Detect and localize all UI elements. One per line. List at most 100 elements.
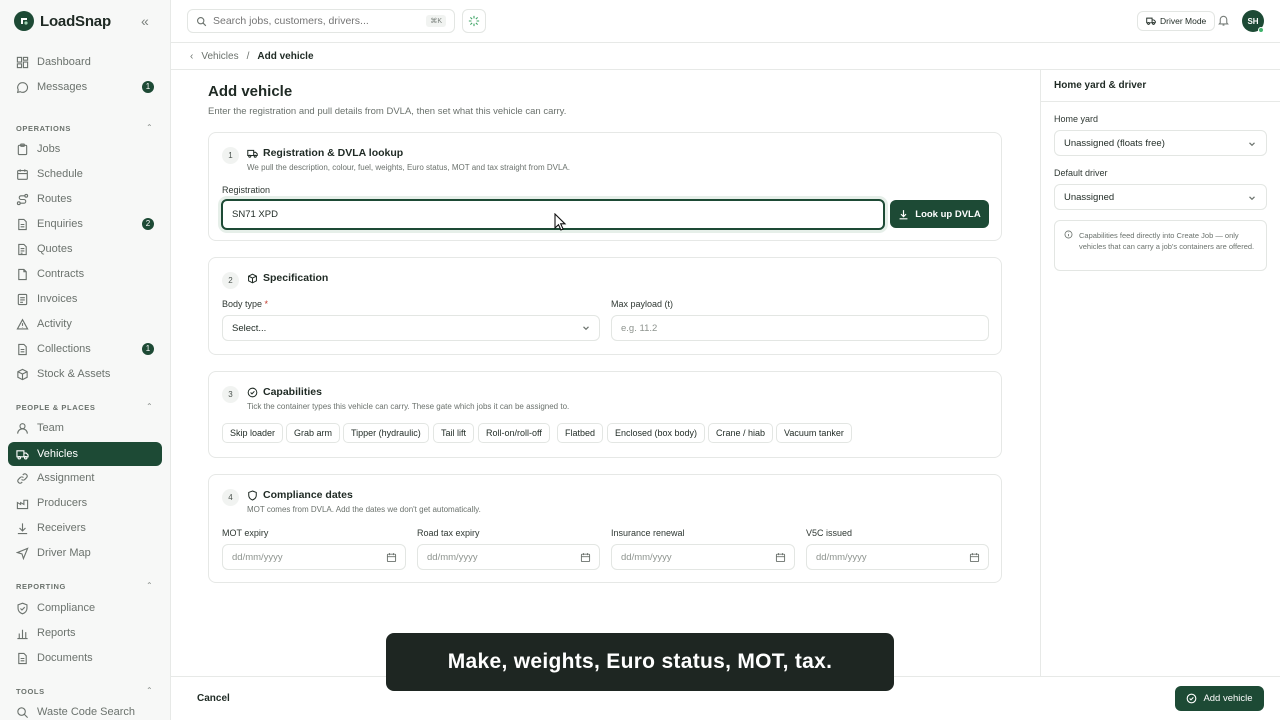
capability-chip-enclosed[interactable]: Enclosed (box body)	[607, 423, 706, 443]
logo[interactable]: LoadSnap	[14, 11, 111, 31]
chevron-down-icon	[583, 326, 589, 331]
capability-chip-roll-on-roll-off[interactable]: Roll-on/roll-off	[478, 423, 550, 443]
sidebar-item-label: Invoices	[37, 293, 78, 305]
cancel-button[interactable]: Cancel	[197, 693, 230, 704]
sidebar-item-invoices[interactable]: Invoices	[8, 287, 162, 311]
card-description: We pull the description, colour, fuel, w…	[247, 163, 570, 172]
capability-chip-grab-arm[interactable]: Grab arm	[286, 423, 341, 443]
sidebar: LoadSnap « Dashboard Messages 1 OPERATIO…	[0, 0, 171, 720]
default-driver-select[interactable]: Unassigned	[1054, 184, 1267, 210]
collections-badge: 1	[142, 343, 154, 355]
invoice-icon	[17, 293, 28, 305]
capability-chip-vacuum-tanker[interactable]: Vacuum tanker	[776, 423, 852, 443]
driver-mode-button[interactable]: Driver Mode	[1137, 11, 1216, 31]
notifications-bell-icon[interactable]	[1217, 13, 1230, 30]
add-vehicle-label: Add vehicle	[1203, 693, 1253, 704]
search-icon	[197, 16, 207, 26]
sidebar-item-receivers[interactable]: Receivers	[8, 516, 162, 540]
breadcrumb-parent[interactable]: Vehicles	[201, 51, 238, 62]
registration-input[interactable]: SN71 XPD	[221, 199, 885, 230]
enquiries-badge: 2	[142, 218, 154, 230]
sidebar-item-compliance[interactable]: Compliance	[8, 596, 162, 620]
sidebar-item-label: Contracts	[37, 268, 85, 280]
global-search[interactable]: ⌘K	[187, 9, 455, 33]
sidebar-item-activity[interactable]: Activity	[8, 312, 162, 336]
sidebar-item-messages[interactable]: Messages 1	[8, 75, 162, 99]
sparkle-icon	[468, 15, 480, 27]
sidebar-item-vehicles[interactable]: Vehicles	[8, 442, 162, 466]
sidebar-item-stock-assets[interactable]: Stock & Assets	[8, 362, 162, 386]
home-yard-select[interactable]: Unassigned (floats free)	[1054, 130, 1267, 156]
sidebar-item-routes[interactable]: Routes	[8, 187, 162, 211]
factory-icon	[16, 499, 29, 509]
capability-chip-tail-lift[interactable]: Tail lift	[433, 423, 475, 443]
app-name: LoadSnap	[40, 12, 111, 30]
shield-icon	[248, 489, 257, 501]
breadcrumb-separator: /	[246, 50, 250, 62]
insurance-renewal-label: Insurance renewal	[611, 528, 685, 538]
capability-chip-skip-loader[interactable]: Skip loader	[222, 423, 284, 443]
sidebar-item-team[interactable]: Team	[8, 416, 162, 440]
step-number: 3	[222, 386, 239, 403]
calendar-icon	[580, 553, 591, 563]
sidebar-item-contracts[interactable]: Contracts	[8, 262, 162, 286]
lookup-dvla-button[interactable]: Look up DVLA	[890, 200, 989, 228]
ai-assistant-button[interactable]	[462, 9, 486, 33]
route-icon	[16, 193, 29, 205]
sidebar-item-documents[interactable]: Documents	[8, 646, 162, 670]
compliance-card: 4 Compliance dates MOT comes from DVLA. …	[208, 474, 1002, 583]
card-title-text: Compliance dates	[263, 489, 353, 501]
card-title-text: Specification	[263, 272, 329, 284]
sidebar-item-label: Assignment	[37, 472, 95, 484]
contract-icon	[18, 268, 27, 280]
search-input[interactable]	[213, 15, 423, 27]
sidebar-item-assignment[interactable]: Assignment	[8, 466, 162, 490]
road-tax-expiry-input[interactable]: dd/mm/yyyy	[417, 544, 600, 570]
sidebar-item-label: Stock & Assets	[37, 368, 111, 380]
sidebar-item-schedule[interactable]: Schedule	[8, 162, 162, 186]
sidebar-item-label: Dashboard	[37, 56, 91, 68]
capability-chip-tipper[interactable]: Tipper (hydraulic)	[343, 423, 429, 443]
logo-icon	[14, 11, 34, 31]
section-label-tools: TOOLS	[16, 687, 45, 696]
sidebar-item-label: Vehicles	[37, 448, 78, 460]
insurance-renewal-input[interactable]: dd/mm/yyyy	[611, 544, 795, 570]
back-chevron-icon[interactable]: ‹	[190, 51, 193, 62]
section-label-reporting: REPORTING	[16, 582, 66, 591]
chevron-up-icon[interactable]: ⌃	[146, 581, 153, 590]
sidebar-item-enquiries[interactable]: Enquiries 2	[8, 212, 162, 236]
sidebar-item-producers[interactable]: Producers	[8, 491, 162, 515]
sidebar-item-jobs[interactable]: Jobs	[8, 137, 162, 161]
sidebar-item-dashboard[interactable]: Dashboard	[8, 50, 162, 74]
topbar: ⌘K Driver Mode SH	[171, 0, 1280, 43]
mot-expiry-input[interactable]: dd/mm/yyyy	[222, 544, 406, 570]
sidebar-item-label: Enquiries	[37, 218, 83, 230]
chevron-up-icon[interactable]: ⌃	[146, 402, 153, 411]
sidebar-item-driver-map[interactable]: Driver Map	[8, 541, 162, 565]
date-placeholder: dd/mm/yyyy	[621, 551, 672, 563]
capabilities-card: 3 Capabilities Tick the container types …	[208, 371, 1002, 458]
sidebar-item-reports[interactable]: Reports	[8, 621, 162, 645]
capability-chip-flatbed[interactable]: Flatbed	[557, 423, 604, 443]
required-mark: *	[264, 299, 269, 309]
sidebar-item-label: Jobs	[37, 143, 61, 155]
sidebar-item-waste-code-search[interactable]: Waste Code Search	[8, 700, 162, 720]
sidebar-item-collections[interactable]: Collections 1	[8, 337, 162, 361]
registration-card: 1 Registration & DVLA lookup We pull the…	[208, 132, 1002, 241]
body-type-select[interactable]: Select...	[222, 315, 600, 341]
message-icon	[16, 81, 29, 93]
sidebar-item-label: Waste Code Search	[37, 706, 136, 718]
v5c-issued-input[interactable]: dd/mm/yyyy	[806, 544, 989, 570]
sidebar-item-label: Driver Map	[37, 547, 91, 559]
chevron-up-icon[interactable]: ⌃	[146, 686, 153, 695]
sidebar-item-quotes[interactable]: Quotes	[8, 237, 162, 261]
v5c-issued-label: V5C issued	[806, 528, 853, 538]
card-title: Specification	[247, 272, 328, 284]
check-circle-icon	[1187, 693, 1197, 704]
payload-input[interactable]: e.g. 11.2	[611, 315, 989, 341]
collapse-sidebar-icon[interactable]: «	[141, 14, 153, 28]
chevron-up-icon[interactable]: ⌃	[146, 123, 153, 132]
add-vehicle-button[interactable]: Add vehicle	[1175, 686, 1264, 711]
capability-chip-crane-hiab[interactable]: Crane / hiab	[708, 423, 774, 443]
step-number: 2	[222, 272, 239, 289]
